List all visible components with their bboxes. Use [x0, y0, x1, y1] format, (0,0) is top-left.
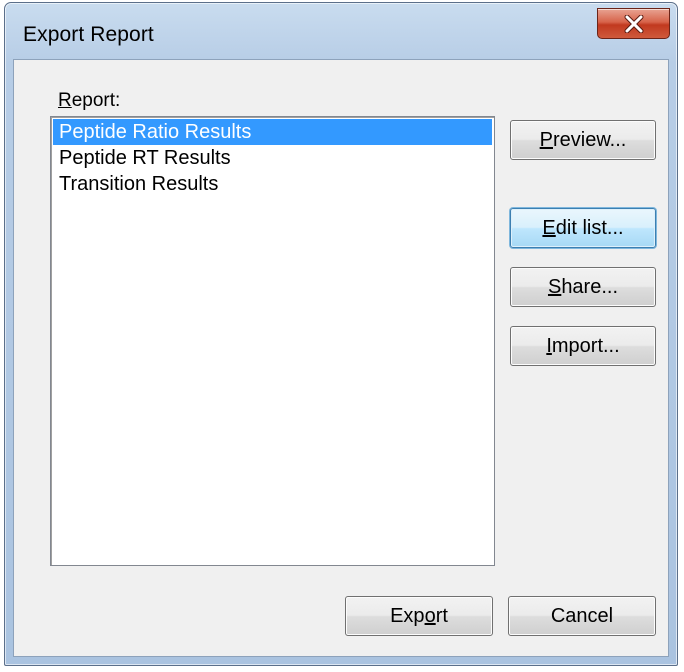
report-label-mnemonic: R — [58, 90, 72, 111]
share-button[interactable]: Share... — [510, 267, 656, 307]
export-mnemonic: o — [424, 604, 436, 627]
preview-mnemonic: P — [539, 128, 553, 151]
export-label-start: Exp — [390, 604, 425, 627]
share-label: hare... — [561, 275, 619, 298]
list-item-transition-results[interactable]: Transition Results — [53, 171, 492, 197]
share-mnemonic: S — [547, 275, 562, 298]
edit-list-button[interactable]: Edit list... — [510, 208, 656, 248]
edit-list-label: dit list... — [555, 216, 624, 239]
import-button[interactable]: Import... — [510, 326, 656, 366]
preview-label: review... — [552, 128, 627, 151]
export-label-end: rt — [435, 604, 448, 627]
edit-list-mnemonic: E — [542, 216, 556, 239]
preview-button[interactable]: Preview... — [510, 120, 656, 160]
close-icon — [624, 14, 643, 33]
list-item-peptide-ratio-results[interactable]: Peptide Ratio Results — [53, 119, 492, 145]
report-label: Report: — [58, 90, 120, 112]
close-button[interactable] — [597, 8, 670, 39]
report-label-text: eport: — [71, 90, 121, 111]
import-label: mport... — [551, 334, 620, 357]
dialog-body: Report: Peptide Ratio Results Peptide RT… — [13, 59, 669, 657]
cancel-button[interactable]: Cancel — [508, 596, 656, 636]
report-listbox[interactable]: Peptide Ratio Results Peptide RT Results… — [50, 116, 495, 566]
export-button[interactable]: Exp o rt — [345, 596, 493, 636]
window-title: Export Report — [23, 23, 154, 46]
cancel-label: Cancel — [550, 604, 614, 627]
list-item-peptide-rt-results[interactable]: Peptide RT Results — [53, 145, 492, 171]
export-report-dialog: Export Report Report: Peptide Ratio Resu… — [4, 2, 678, 666]
